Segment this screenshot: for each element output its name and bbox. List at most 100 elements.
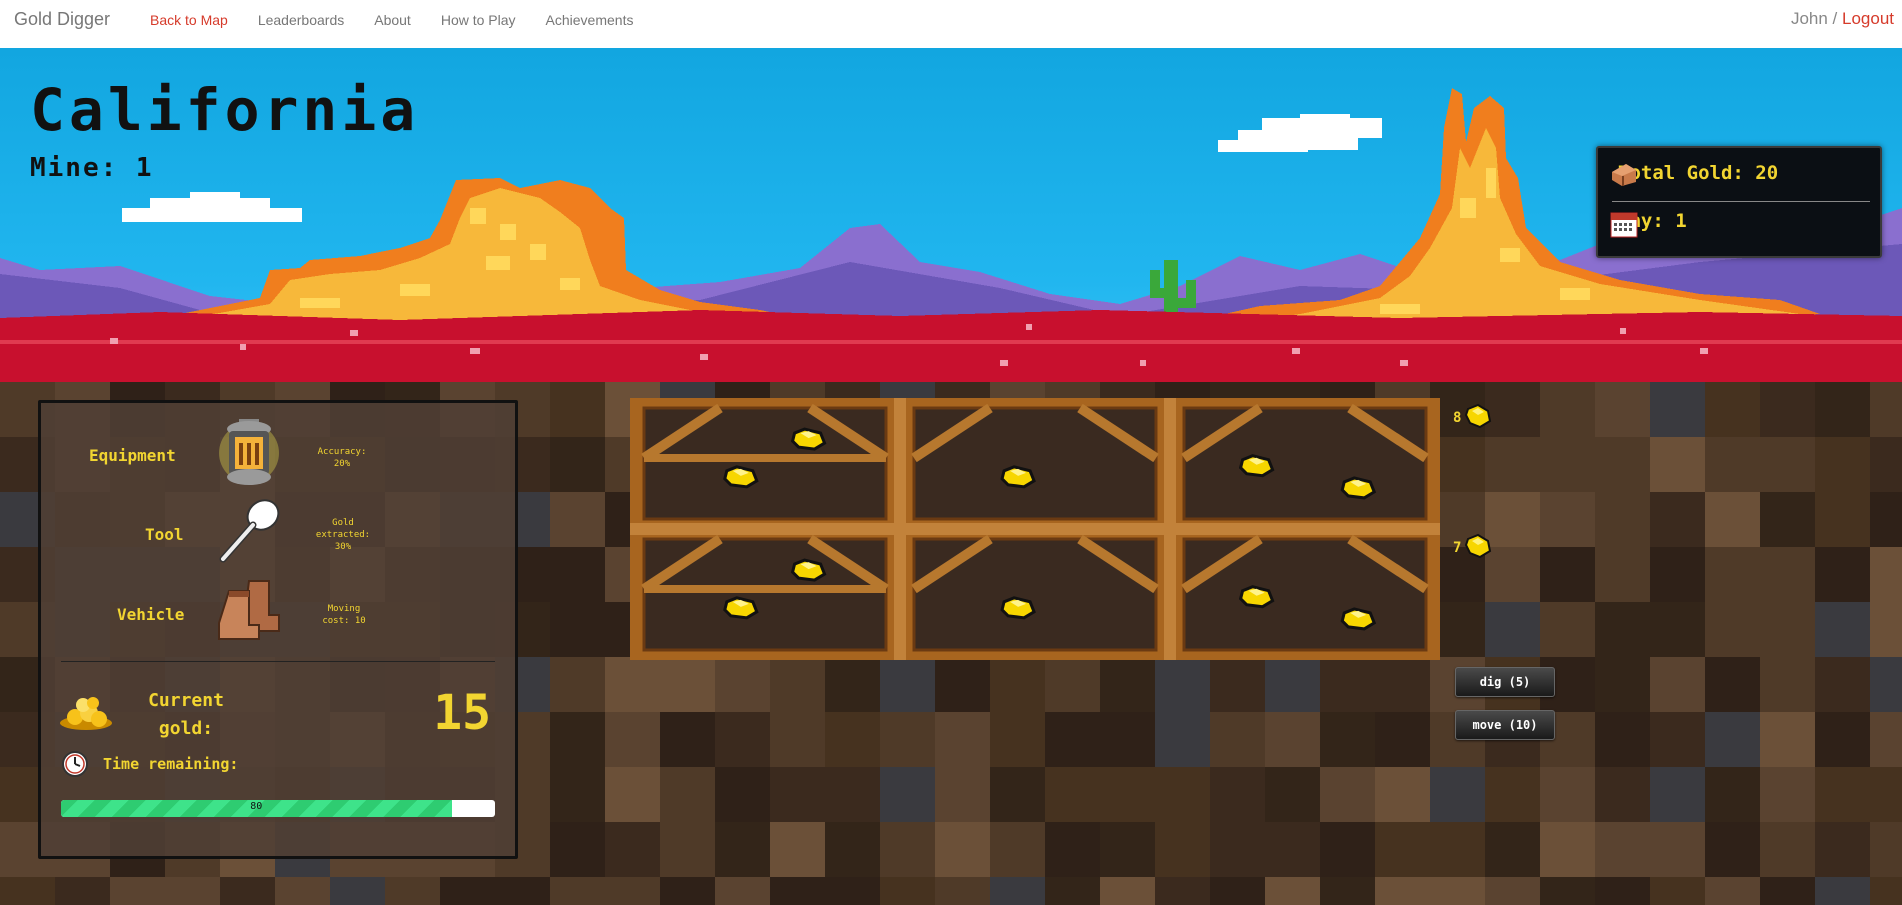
nav-about[interactable]: About (359, 0, 426, 48)
tool-desc-line: 30% (334, 542, 352, 552)
row-2-gold-count: 7 (1453, 533, 1492, 563)
dirt-tile (1485, 822, 1540, 877)
dirt-tile (550, 437, 605, 492)
dirt-tile (1705, 712, 1760, 767)
dirt-tile (1485, 547, 1540, 602)
dirt-tile (935, 877, 990, 905)
dirt-tile (550, 547, 605, 602)
nav-how-to-play[interactable]: How to Play (426, 0, 531, 48)
dig-button[interactable]: dig (5) (1455, 667, 1555, 697)
dirt-tile (550, 767, 605, 822)
stats-divider (1612, 201, 1870, 202)
dirt-tile (1815, 492, 1870, 547)
dirt-tile (1210, 767, 1265, 822)
dirt-tile (1100, 657, 1155, 712)
dirt-tile (880, 877, 935, 905)
dirt-tile (1320, 767, 1375, 822)
dirt-tile (1760, 547, 1815, 602)
gold-pile-icon (59, 691, 113, 735)
nav-back-to-map[interactable]: Back to Map (135, 0, 243, 48)
dirt-tile (1650, 877, 1705, 905)
stats-box: Total Gold: 20 Day: 1 (1596, 146, 1882, 258)
boots-icon[interactable] (213, 575, 285, 645)
gold-nugget-icon (1464, 533, 1492, 563)
dirt-tile (1485, 767, 1540, 822)
dirt-tile (1540, 602, 1595, 657)
dirt-tile (715, 712, 770, 767)
dirt-tile (1705, 822, 1760, 877)
total-gold-stat: Total Gold: 20 (1610, 162, 1778, 186)
mine-shaft-cell (641, 403, 889, 521)
dirt-tile (1870, 437, 1902, 492)
dirt-tile (935, 767, 990, 822)
dirt-tile (1870, 822, 1902, 877)
equipment-row: Equipment Accuracy: 20% (41, 411, 515, 485)
dirt-tile (1430, 767, 1485, 822)
move-button[interactable]: move (10) (1455, 710, 1555, 740)
dirt-tile (550, 657, 605, 712)
tool-label: Tool (145, 525, 184, 544)
username[interactable]: John (1791, 9, 1828, 28)
clock-icon (61, 750, 89, 782)
dirt-tile (825, 822, 880, 877)
dirt-tile (1045, 657, 1100, 712)
dirt-tile (1265, 877, 1320, 905)
tool-row: Tool Gold extracted: 30% (41, 491, 515, 563)
dirt-tile (495, 877, 550, 905)
dirt-tile (1650, 657, 1705, 712)
dirt-tile (1210, 877, 1265, 905)
nav-leaderboards[interactable]: Leaderboards (243, 0, 359, 48)
vehicle-desc-line: Moving (327, 604, 361, 614)
dirt-tile (1760, 437, 1815, 492)
dirt-tile (660, 822, 715, 877)
tool-desc-line: Gold (332, 518, 354, 528)
dirt-tile (1100, 712, 1155, 767)
dirt-tile (660, 712, 715, 767)
dirt-tile (220, 877, 275, 905)
dirt-tile (1485, 492, 1540, 547)
dirt-tile (1870, 547, 1902, 602)
mine-shaft-cell (911, 534, 1159, 652)
dirt-tile (1815, 877, 1870, 905)
dirt-tile (1210, 657, 1265, 712)
dirt-tile (385, 877, 440, 905)
dirt-tile (1485, 437, 1540, 492)
dirt-tile (1870, 602, 1902, 657)
dirt-tile (1815, 602, 1870, 657)
dirt-tile (1650, 382, 1705, 437)
vehicle-desc: Moving cost: 10 (313, 603, 375, 627)
dirt-tile (1595, 382, 1650, 437)
mine-shaft-cell (911, 403, 1159, 521)
dirt-tile (825, 712, 880, 767)
dirt-tile (1595, 767, 1650, 822)
dirt-tile (990, 767, 1045, 822)
lantern-icon[interactable] (217, 415, 281, 495)
dirt-tile (770, 712, 825, 767)
dirt-tile (770, 822, 825, 877)
dirt-tile (990, 877, 1045, 905)
dirt-tile (440, 877, 495, 905)
dirt-tile (1540, 382, 1595, 437)
dirt-tile (1595, 657, 1650, 712)
dirt-tile (1540, 767, 1595, 822)
dirt-tile (1540, 547, 1595, 602)
dirt-tile (1870, 657, 1902, 712)
dirt-tile (1705, 657, 1760, 712)
dirt-tile (1045, 877, 1100, 905)
dirt-tile (1650, 602, 1705, 657)
dirt-tile (1210, 712, 1265, 767)
time-progress-bar: 80 (61, 800, 495, 817)
brand-logo[interactable]: Gold Digger (14, 9, 110, 30)
dirt-tile (0, 877, 55, 905)
dirt-tile (1155, 657, 1210, 712)
dirt-tile (1870, 712, 1902, 767)
dirt-tile (880, 822, 935, 877)
nav-achievements[interactable]: Achievements (531, 0, 649, 48)
logout-link[interactable]: Logout (1842, 9, 1894, 28)
dirt-tile (1870, 767, 1902, 822)
dirt-tile (1760, 657, 1815, 712)
dirt-tile (660, 657, 715, 712)
day-stat: Day: 1 (1610, 210, 1687, 238)
dirt-tile (605, 877, 660, 905)
spoon-icon[interactable] (213, 495, 285, 569)
